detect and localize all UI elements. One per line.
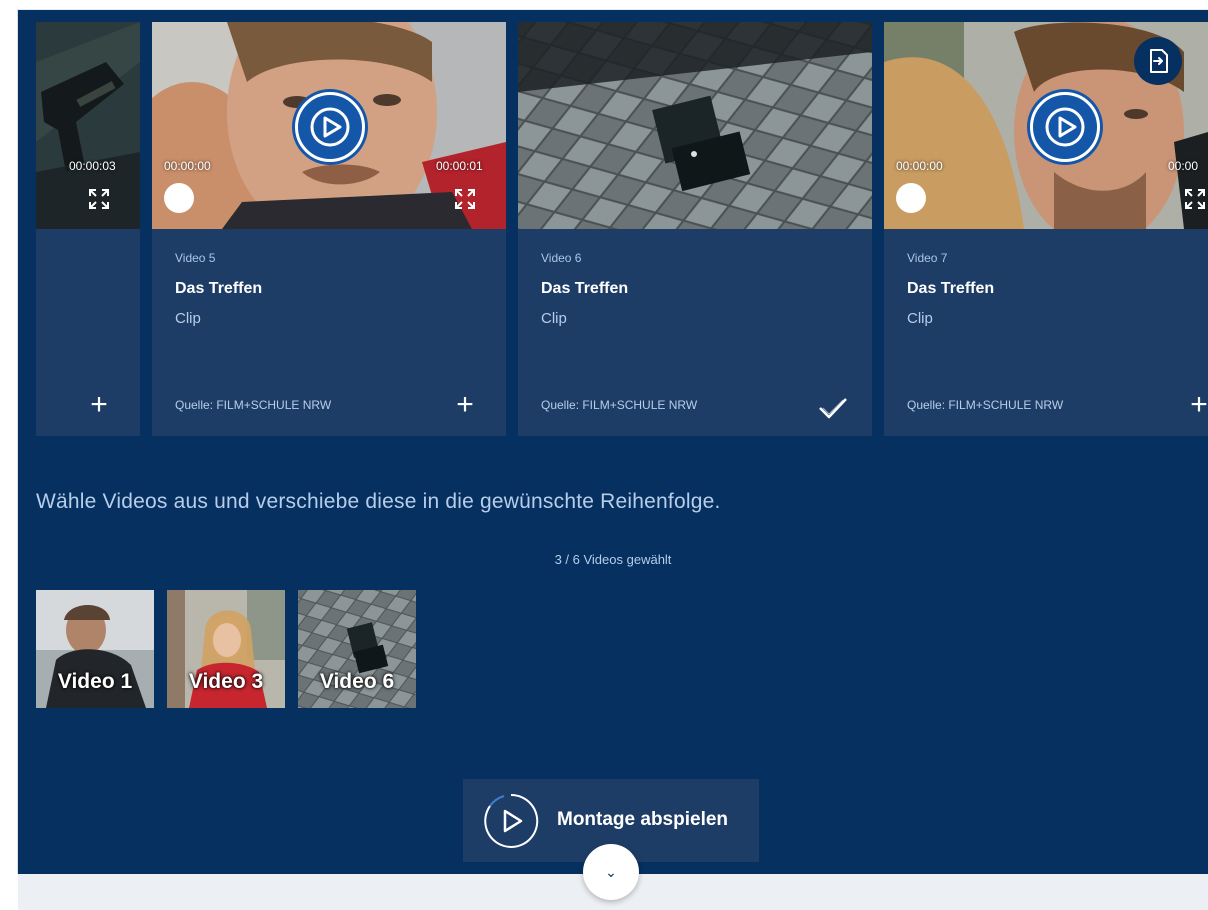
time-start-label: 00:00:00 bbox=[164, 159, 211, 173]
video-card-5[interactable]: 00:00:00 00:00:01 Video 5 Das Treffen Cl… bbox=[152, 22, 506, 436]
selected-video-label: Video 3 bbox=[188, 670, 264, 693]
add-video-button[interactable]: + bbox=[84, 390, 114, 420]
video-card-6[interactable]: Video 6 Das Treffen Clip Quelle: FILM+SC… bbox=[518, 22, 872, 436]
fullscreen-icon[interactable] bbox=[1184, 188, 1206, 210]
selection-count: 3 / 6 Videos gewählt bbox=[554, 552, 672, 567]
selected-video-label: Video 6 bbox=[319, 670, 395, 693]
video-source: Quelle: FILM+SCHULE NRW bbox=[907, 398, 1064, 412]
video-title: Das Treffen bbox=[175, 280, 263, 297]
fullscreen-icon[interactable] bbox=[454, 188, 476, 210]
video-number: Video 6 bbox=[541, 251, 582, 265]
play-icon[interactable] bbox=[295, 92, 365, 162]
selected-video-3[interactable]: Video 3 bbox=[167, 590, 285, 708]
selected-video-label: Video 1 bbox=[57, 670, 133, 693]
video-title: Das Treffen bbox=[907, 280, 995, 297]
video-number: Video 5 bbox=[175, 251, 216, 265]
scrubber-handle[interactable] bbox=[896, 183, 926, 213]
time-end-label: 00:00:01 bbox=[436, 159, 483, 173]
video-type: Clip bbox=[175, 310, 201, 327]
play-circle-icon bbox=[484, 793, 539, 848]
export-file-icon[interactable] bbox=[1134, 37, 1182, 85]
time-end-label: 00:00 bbox=[1168, 159, 1199, 173]
video-type: Clip bbox=[907, 310, 933, 327]
video-type: Clip bbox=[541, 310, 567, 327]
play-icon[interactable] bbox=[1030, 92, 1100, 162]
fullscreen-icon[interactable] bbox=[88, 188, 110, 210]
selected-video-6[interactable]: Video 6 bbox=[298, 590, 416, 708]
time-start-label: 00:00:00 bbox=[896, 159, 943, 173]
video-number: Video 7 bbox=[907, 251, 948, 265]
time-end-label: 00:00:03 bbox=[69, 159, 116, 173]
checkmark-icon[interactable] bbox=[818, 396, 848, 420]
instruction-text: Wähle Videos aus und verschiebe diese in… bbox=[36, 490, 721, 513]
play-montage-label: Montage abspielen bbox=[557, 809, 729, 830]
video-title: Das Treffen bbox=[541, 280, 629, 297]
add-video-button[interactable]: + bbox=[450, 390, 480, 420]
scrubber-handle[interactable] bbox=[164, 183, 194, 213]
video-montage-panel: 00:00:03 + 00:00:00 00:00:01 Video 5 Das… bbox=[18, 10, 1208, 874]
add-video-button[interactable]: + bbox=[1184, 390, 1208, 420]
video-source: Quelle: FILM+SCHULE NRW bbox=[541, 398, 698, 412]
selected-video-1[interactable]: Video 1 bbox=[36, 590, 154, 708]
video-source: Quelle: FILM+SCHULE NRW bbox=[175, 398, 332, 412]
video-card-partial[interactable]: 00:00:03 + bbox=[36, 22, 140, 436]
video-thumbnail bbox=[518, 22, 872, 229]
chevron-down-icon[interactable]: ⌄ bbox=[583, 844, 639, 900]
